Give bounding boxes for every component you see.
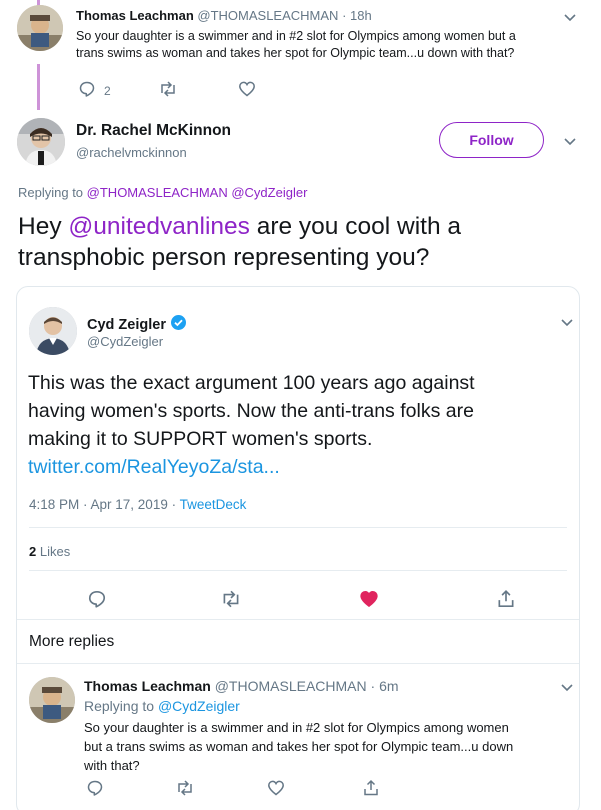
avatar[interactable] — [29, 307, 77, 355]
retweet-icon — [220, 589, 242, 612]
retweet-button[interactable] — [220, 589, 242, 612]
reply-icon — [78, 80, 96, 101]
likes-count[interactable]: 2 Likes — [29, 544, 70, 559]
like-button[interactable] — [267, 779, 285, 800]
mention-link[interactable]: @unitedvanlines — [68, 213, 250, 240]
author-handle[interactable]: @CydZeigler — [87, 334, 163, 349]
divider — [17, 619, 579, 620]
reply-button[interactable]: 2 — [78, 80, 111, 101]
divider — [29, 570, 567, 571]
author-name[interactable]: Dr. Rachel McKinnon — [76, 122, 231, 140]
like-button[interactable] — [238, 80, 256, 101]
retweet-icon — [175, 779, 195, 800]
mention-link[interactable]: @CydZeigler — [231, 185, 307, 200]
replying-to: Replying to @THOMASLEACHMAN @CydZeigler — [18, 185, 307, 200]
mention-link[interactable]: @THOMASLEACHMAN — [87, 185, 228, 200]
tweet-link[interactable]: twitter.com/RealYeyoZa/sta... — [28, 453, 568, 481]
avatar[interactable] — [17, 5, 63, 51]
tweet-text-line: having women's sports. Now the anti-tran… — [28, 400, 474, 422]
likes-number: 2 — [29, 544, 37, 559]
tweet-time[interactable]: 18h — [350, 8, 372, 23]
share-icon — [362, 779, 380, 800]
tweet-time[interactable]: 6m — [379, 678, 398, 694]
tweet-body: Hey @unitedvanlines are you cool with a … — [18, 211, 588, 273]
retweet-button[interactable] — [158, 80, 178, 101]
thread-line — [37, 64, 40, 110]
divider — [17, 663, 579, 664]
share-button[interactable] — [496, 589, 516, 612]
author-handle[interactable]: @THOMASLEACHMAN — [215, 678, 367, 694]
tweet-text: are you cool with a — [256, 213, 461, 240]
author-handle[interactable]: @THOMASLEACHMAN — [197, 8, 338, 23]
avatar[interactable] — [17, 118, 65, 166]
embedded-tweet-card[interactable]: Cyd Zeigler @CydZeigler This was the exa… — [16, 286, 580, 810]
share-button[interactable] — [362, 779, 380, 800]
tweet-timestamp[interactable]: 4:18 PM · Apr 17, 2019 · — [29, 497, 176, 512]
share-icon — [496, 589, 516, 612]
author-name[interactable]: Thomas Leachman — [84, 678, 211, 694]
tweet-text-line: So your daughter is a swimmer and in #2 … — [76, 29, 516, 43]
like-icon — [359, 589, 379, 612]
replying-to-label: Replying to — [18, 185, 84, 200]
like-icon — [238, 80, 256, 101]
chevron-down-icon[interactable] — [561, 132, 579, 150]
tweet-text-line: but a trans swims as woman and takes her… — [84, 739, 514, 754]
mention-link[interactable]: @CydZeigler — [158, 698, 240, 714]
tweet-text-line: with that? — [84, 758, 140, 773]
author-handle[interactable]: @rachelvmckinnon — [76, 145, 187, 160]
divider — [29, 527, 567, 528]
tweet-text-line: making it to SUPPORT women's sports. — [28, 428, 373, 450]
chevron-down-icon[interactable] — [558, 313, 576, 331]
separator-dot: · — [370, 678, 376, 694]
tweet-text-line: This was the exact argument 100 years ag… — [28, 372, 475, 394]
tweet-body: So your daughter is a swimmer and in #2 … — [84, 718, 564, 775]
reply-count: 2 — [104, 83, 111, 98]
separator-dot: · — [342, 8, 347, 23]
reply-icon — [86, 779, 104, 800]
replying-to-label: Replying to — [84, 698, 155, 714]
tweet-source[interactable]: TweetDeck — [180, 497, 247, 512]
tweet-text-line: So your daughter is a swimmer and in #2 … — [84, 720, 509, 735]
reply-icon — [87, 589, 107, 612]
reply-button[interactable] — [87, 589, 107, 612]
follow-button[interactable]: Follow — [439, 122, 544, 158]
replying-to: Replying to @CydZeigler — [84, 698, 240, 714]
author-name[interactable]: Cyd Zeigler — [87, 317, 166, 333]
reply-button[interactable] — [86, 779, 104, 800]
more-replies-link[interactable]: More replies — [29, 633, 114, 651]
retweet-icon — [158, 80, 178, 101]
tweet-text: transphobic person representing you? — [18, 244, 430, 271]
avatar[interactable] — [29, 677, 75, 723]
like-icon — [267, 779, 285, 800]
tweet-text: Hey — [18, 213, 62, 240]
retweet-button[interactable] — [175, 779, 195, 800]
tweet-text-line: trans swims as woman and takes her spot … — [76, 46, 515, 60]
tweet-body: This was the exact argument 100 years ag… — [28, 369, 568, 481]
likes-label: Likes — [39, 544, 71, 559]
verified-badge-icon — [170, 314, 187, 336]
author-name[interactable]: Thomas Leachman — [76, 8, 194, 23]
like-button[interactable] — [359, 589, 379, 612]
chevron-down-icon[interactable] — [558, 678, 576, 696]
chevron-down-icon[interactable] — [561, 8, 579, 26]
